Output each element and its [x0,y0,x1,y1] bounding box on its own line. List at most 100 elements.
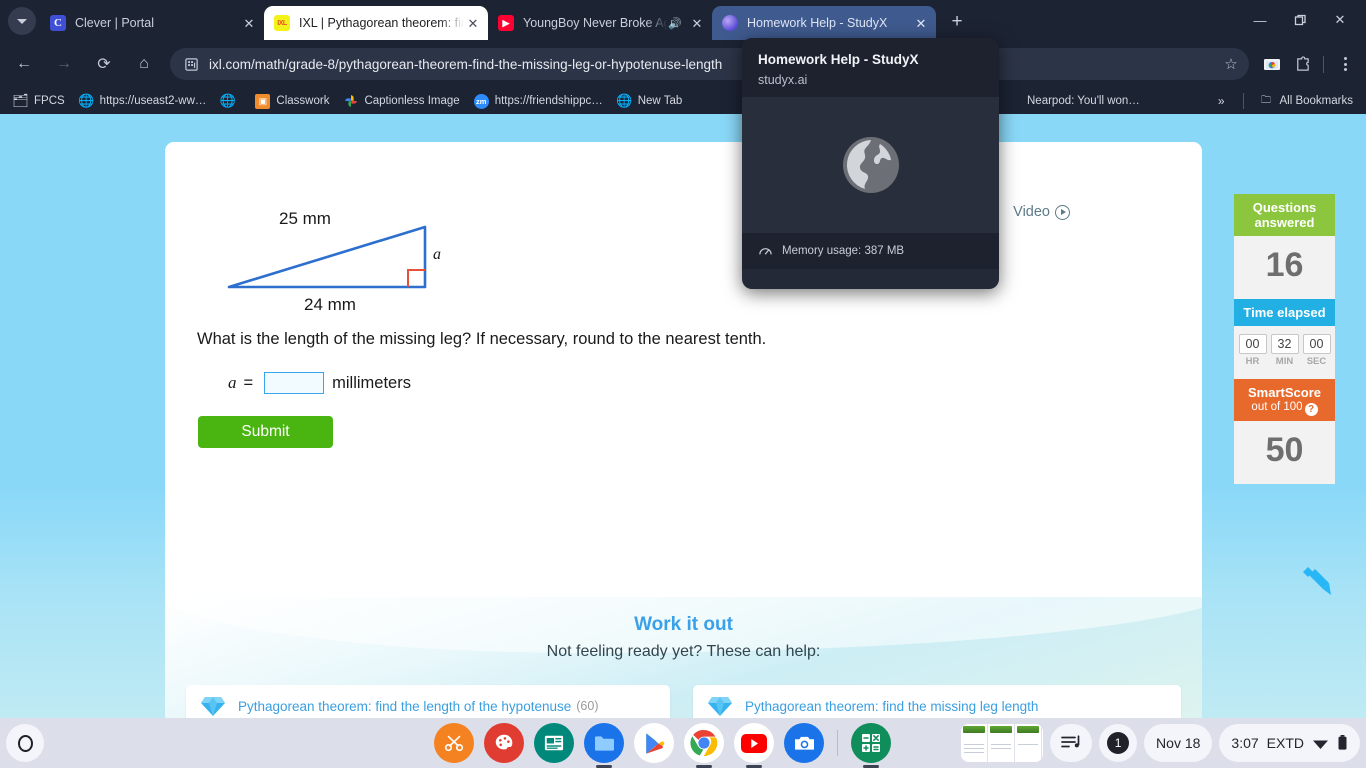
tab-homework-help-studyx[interactable]: Homework Help - StudyX ✕ [712,6,936,40]
bookmark-friendshippc[interactable]: zm https://friendshippc… [467,90,610,112]
date-button[interactable]: Nov 18 [1144,724,1213,762]
triangle-svg: 25 mm 24 mm a [227,209,441,314]
right-angle-marker [407,269,425,287]
ixl-icon: IXL [274,15,290,31]
globe-icon: 🌐 [219,93,236,108]
reload-button[interactable]: ⟳ [88,48,120,80]
back-button[interactable]: ← [8,48,40,80]
menu-dot [1343,68,1347,71]
question-card: Video 25 mm 24 mm a What is the length o… [165,142,1335,597]
bookmark-captionless-image[interactable]: Captionless Image [336,90,466,112]
work-it-out-section: Work it out Not feeling ready yet? These… [165,597,1202,718]
photos-icon [343,94,358,109]
tab-preview-footer: Memory usage: 387 MB [742,233,999,269]
gem-icon [708,697,732,716]
camera-icon [794,736,814,750]
tab-clever-portal[interactable]: C Clever | Portal ✕ [40,6,264,40]
media-control-button[interactable] [1050,724,1093,762]
site-info-icon[interactable] [178,51,204,77]
tab-audio-icon[interactable]: 🔊 [668,17,684,30]
tab-ixl-pythagorean[interactable]: IXL IXL | Pythagorean theorem: find ✕ [264,6,488,40]
related-skill-card[interactable]: Pythagorean theorem: find the missing le… [693,685,1181,718]
answer-row: a = millimeters [228,372,411,394]
window-controls: — ✕ [1240,0,1366,40]
tab-preview-domain: studyx.ai [758,73,808,87]
bookmarks-bar-right: » 🗀 All Bookmarks [1208,90,1360,112]
tab-close-icon[interactable]: ✕ [688,14,706,32]
shelf-app-play-store[interactable] [634,723,674,763]
bookmark-nearpod[interactable]: Nearpod: You'll won… [1020,90,1147,112]
home-button[interactable]: ⌂ [128,48,160,80]
bookmark-globe-only[interactable]: 🌐 [213,90,248,112]
shelf-app-paint[interactable] [484,723,524,763]
smartscore-help-icon[interactable]: ? [1304,403,1318,416]
bookmark-label: New Tab [637,95,683,107]
bookmarks-overflow-button[interactable]: » [1208,94,1235,108]
address-bar[interactable]: ixl.com/math/grade-8/pythagorean-theorem… [170,48,1249,80]
forward-button[interactable]: → [48,48,80,80]
globe-icon: 🌐 [78,93,95,108]
shelf-app-files[interactable] [584,723,624,763]
shelf-app-news[interactable] [534,723,574,763]
timer-minutes-value: 32 [1270,334,1299,354]
clever-icon: C [50,15,66,31]
youtube-icon [741,733,767,753]
shelf-app-calculator[interactable] [851,723,891,763]
bookmark-label: https://friendshippc… [494,95,603,107]
minimize-icon[interactable]: — [1240,2,1280,38]
status-area[interactable]: 3:07 EXTD [1219,724,1360,762]
photos-glyph [345,95,357,107]
bookmark-label: Classwork [276,95,330,107]
mini-slide [961,724,989,762]
extensions-puzzle-icon[interactable] [1287,49,1317,79]
shelf-app-snip[interactable] [434,723,474,763]
bookmark-classwork[interactable]: ▣ Classwork [248,90,336,112]
timer: 00 HR 32 MIN 00 SEC [1234,326,1335,367]
tab-youngboy-youtube[interactable]: ▶ YoungBoy Never Broke Aga 🔊 ✕ [488,6,712,40]
window-preview-icon[interactable] [961,724,1044,762]
pencil-icon[interactable] [1293,563,1337,612]
close-icon[interactable]: ✕ [1320,2,1360,38]
pencil-glyph [1303,567,1331,595]
right-triangle [227,225,427,289]
mini-slide-line [991,744,1012,745]
tab-close-icon[interactable]: ✕ [912,14,930,32]
notification-button[interactable]: 1 [1099,724,1138,762]
puzzle-glyph [1296,55,1309,71]
speedometer-icon [759,247,772,254]
base-label: 24 mm [304,295,356,314]
shelf-app-camera[interactable] [784,723,824,763]
all-bookmarks-button[interactable]: 🗀 All Bookmarks [1252,90,1361,112]
browser-toolbar: ← → ⟳ ⌂ ixl.com/math/grade-8/pythagorean… [0,40,1366,88]
submit-button[interactable]: Submit [198,416,333,448]
new-tab-button[interactable]: + [944,9,970,35]
tab-close-icon[interactable]: ✕ [240,14,258,32]
building-glyph [184,57,198,71]
launcher-button[interactable] [6,724,44,762]
snip-icon [444,735,464,752]
extension-icon[interactable] [1257,49,1287,79]
tab-close-icon[interactable]: ✕ [464,14,482,32]
system-shelf: 1 Nov 18 3:07 EXTD [0,718,1366,768]
answer-input[interactable] [264,372,325,394]
tab-search-button[interactable] [8,7,36,35]
bookmark-star-icon[interactable]: ☆ [1217,50,1245,78]
maximize-icon[interactable] [1280,2,1320,38]
bookmark-fpcs[interactable]: 🗂 FPCS [6,90,72,112]
shelf-app-youtube[interactable] [734,723,774,763]
battery-icon [1338,735,1347,750]
timer-hours-label: HR [1245,356,1260,367]
related-skill-card[interactable]: Pythagorean theorem: find the length of … [186,685,670,718]
bookmarks-bar: 🗂 FPCS 🌐 https://useast2-ww… 🌐 ▣ Classwo… [0,88,1366,114]
bookmark-label: FPCS [34,95,65,107]
bookmark-useast2[interactable]: 🌐 https://useast2-ww… [72,90,214,112]
hypotenuse-label: 25 mm [279,209,331,228]
video-link[interactable]: Video [1013,204,1070,220]
mini-slide-line [1018,744,1039,745]
related-skill-label: Pythagorean theorem: find the length of … [238,698,572,714]
chevron-down-icon [17,18,27,24]
shelf-app-chrome[interactable] [684,723,724,763]
bookmark-new-tab[interactable]: 🌐 New Tab [610,90,690,112]
browser-menu-button[interactable] [1330,49,1360,79]
play-triangle [1060,209,1066,215]
